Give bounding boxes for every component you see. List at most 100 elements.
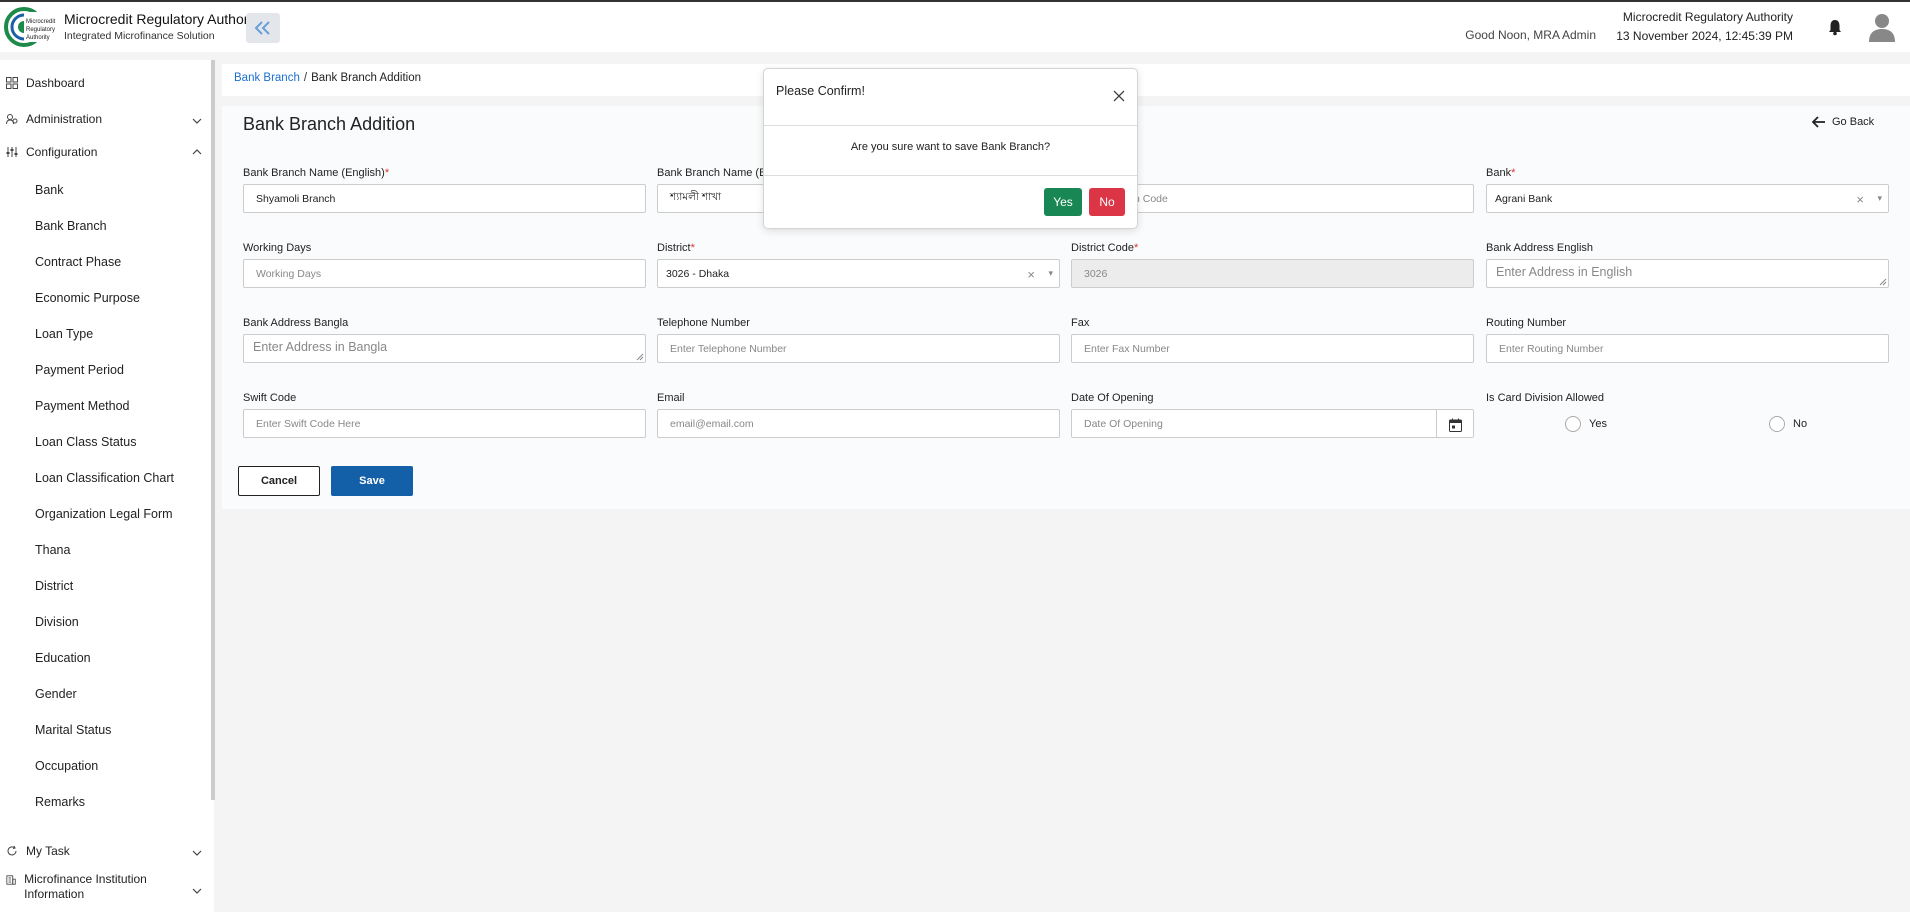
sliders-icon bbox=[6, 147, 18, 157]
card-division-label: Is Card Division Allowed bbox=[1486, 392, 1604, 404]
sidebar-scrollbar[interactable] bbox=[211, 60, 215, 800]
calendar-button[interactable] bbox=[1436, 410, 1473, 437]
branch-name-en-input[interactable]: Shyamoli Branch bbox=[243, 184, 646, 213]
confirm-dialog: Please Confirm! Are you sure want to sav… bbox=[763, 68, 1138, 229]
sidebar-subitem-contract-phase[interactable]: Contract Phase bbox=[35, 255, 121, 269]
district-select-value: 3026 - Dhaka bbox=[666, 267, 730, 280]
district-code-label: District Code* bbox=[1071, 242, 1138, 254]
cancel-button[interactable]: Cancel bbox=[238, 466, 320, 496]
header-org-name: Microcredit Regulatory Authority bbox=[1622, 10, 1793, 24]
bank-select[interactable]: Agrani Bank × ▾ bbox=[1486, 184, 1889, 213]
district-code-input: 3026 bbox=[1071, 259, 1474, 288]
sidebar-item-my-task[interactable]: My Task bbox=[6, 844, 70, 858]
sidebar-subitem-bank-branch[interactable]: Bank Branch bbox=[35, 219, 107, 233]
required-marker: * bbox=[690, 242, 695, 254]
svg-text:Microcredit: Microcredit bbox=[26, 19, 56, 25]
confirm-yes-button[interactable]: Yes bbox=[1044, 188, 1082, 216]
dialog-message: Are you sure want to save Bank Branch? bbox=[850, 141, 1051, 153]
sidebar-subitem-loan-class-status[interactable]: Loan Class Status bbox=[35, 435, 136, 449]
sidebar bbox=[0, 60, 214, 912]
header-datetime: 13 November 2024, 12:45:39 PM bbox=[1616, 29, 1793, 43]
email-input[interactable]: email@email.com bbox=[657, 409, 1060, 438]
sidebar-subitem-economic-purpose[interactable]: Economic Purpose bbox=[35, 291, 140, 305]
label-text: Bank Branch Name (English) bbox=[243, 167, 385, 179]
breadcrumb: Bank Branch / Bank Branch Addition bbox=[234, 72, 421, 84]
bell-icon[interactable] bbox=[1826, 18, 1844, 36]
clear-icon[interactable]: × bbox=[1027, 267, 1035, 282]
bank-label: Bank* bbox=[1486, 167, 1515, 179]
district-select[interactable]: 3026 - Dhaka × ▾ bbox=[657, 259, 1060, 288]
radio-label: No bbox=[1793, 418, 1808, 430]
address-en-textarea[interactable]: Enter Address in English bbox=[1486, 259, 1889, 288]
sidebar-subitem-remarks[interactable]: Remarks bbox=[35, 795, 85, 809]
sidebar-subitem-education[interactable]: Education bbox=[35, 651, 91, 665]
arrow-left-icon bbox=[1812, 116, 1825, 128]
sidebar-item-label: My Task bbox=[26, 844, 70, 858]
page-title: Bank Branch Addition bbox=[243, 114, 416, 134]
go-back-label: Go Back bbox=[1832, 116, 1875, 128]
clear-icon[interactable]: × bbox=[1856, 192, 1864, 207]
save-button[interactable]: Save bbox=[331, 466, 413, 496]
brand-subtitle: Integrated Microfinance Solution bbox=[64, 30, 215, 42]
brand-title: Microcredit Regulatory Authority bbox=[64, 11, 263, 27]
sidebar-item-dashboard[interactable]: Dashboard bbox=[6, 76, 85, 90]
fax-input[interactable]: Enter Fax Number bbox=[1071, 334, 1474, 363]
breadcrumb-link-bank-branch[interactable]: Bank Branch bbox=[234, 72, 300, 84]
sidebar-subitem-payment-method[interactable]: Payment Method bbox=[35, 399, 130, 413]
address-bn-textarea[interactable]: Enter Address in Bangla bbox=[243, 334, 646, 363]
radio-label: Yes bbox=[1589, 418, 1607, 430]
top-header: Microcredit Regulatory Authority Microcr… bbox=[0, 2, 1910, 52]
district-label: District* bbox=[657, 242, 695, 254]
resize-handle-icon[interactable] bbox=[1879, 278, 1887, 286]
sidebar-subitem-marital-status[interactable]: Marital Status bbox=[35, 723, 111, 737]
label-text: Bank bbox=[1486, 167, 1512, 179]
working-days-input[interactable]: Working Days bbox=[243, 259, 646, 288]
mra-logo-icon: Microcredit Regulatory Authority bbox=[4, 7, 58, 47]
sidebar-subitem-payment-period[interactable]: Payment Period bbox=[35, 363, 124, 377]
sidebar-item-label: Microfinance Institution Information bbox=[24, 872, 147, 901]
chevron-down-icon bbox=[192, 118, 202, 124]
user-avatar-icon[interactable] bbox=[1868, 12, 1896, 42]
dialog-divider bbox=[764, 175, 1137, 176]
sidebar-subitem-organization-legal-form[interactable]: Organization Legal Form bbox=[35, 507, 173, 521]
card-division-yes-radio[interactable]: Yes bbox=[1565, 416, 1607, 432]
resize-handle-icon[interactable] bbox=[636, 353, 644, 361]
date-opening-input[interactable]: Date Of Opening bbox=[1071, 409, 1474, 438]
email-label: Email bbox=[657, 392, 685, 404]
sidebar-item-label: Dashboard bbox=[26, 76, 85, 90]
telephone-input[interactable]: Enter Telephone Number bbox=[657, 334, 1060, 363]
sidebar-item-label: Configuration bbox=[26, 145, 98, 159]
breadcrumb-separator: / bbox=[303, 72, 308, 84]
sidebar-subitem-gender[interactable]: Gender bbox=[35, 687, 77, 701]
required-marker: * bbox=[384, 167, 390, 179]
label-text: District Code bbox=[1071, 242, 1134, 254]
routing-input[interactable]: Enter Routing Number bbox=[1486, 334, 1889, 363]
svg-text:Regulatory: Regulatory bbox=[26, 27, 55, 33]
sidebar-subitem-district[interactable]: District bbox=[35, 579, 73, 593]
sidebar-subitem-occupation[interactable]: Occupation bbox=[35, 759, 98, 773]
card-division-no-radio[interactable]: No bbox=[1769, 416, 1807, 432]
sidebar-collapse-button[interactable] bbox=[246, 13, 280, 43]
calendar-icon bbox=[1448, 418, 1462, 432]
sidebar-subitem-loan-classification-chart[interactable]: Loan Classification Chart bbox=[35, 471, 174, 485]
branch-name-bn-label: Bank Branch Name (Ba bbox=[657, 167, 773, 179]
sidebar-subitem-bank[interactable]: Bank bbox=[35, 183, 64, 197]
dialog-divider bbox=[764, 125, 1137, 126]
go-back-button[interactable]: Go Back bbox=[1812, 116, 1874, 128]
svg-text:Authority: Authority bbox=[26, 35, 50, 41]
close-icon[interactable] bbox=[1113, 90, 1125, 102]
radio-circle bbox=[1565, 416, 1581, 432]
chevron-down-icon bbox=[192, 850, 202, 856]
date-opening-placeholder: Date Of Opening bbox=[1084, 417, 1163, 430]
address-en-placeholder: Enter Address in English bbox=[1496, 265, 1633, 279]
chevron-down-icon bbox=[192, 888, 202, 894]
sidebar-item-configuration[interactable]: Configuration bbox=[6, 145, 97, 159]
sidebar-subitem-division[interactable]: Division bbox=[35, 615, 79, 629]
sidebar-subitem-loan-type[interactable]: Loan Type bbox=[35, 327, 93, 341]
sidebar-item-administration[interactable]: Administration bbox=[6, 112, 102, 126]
confirm-no-button[interactable]: No bbox=[1089, 188, 1125, 216]
swift-input[interactable]: Enter Swift Code Here bbox=[243, 409, 646, 438]
sidebar-item-mfi-information[interactable]: Microfinance Institution Information bbox=[6, 872, 181, 902]
sidebar-subitem-thana[interactable]: Thana bbox=[35, 543, 70, 557]
branch-name-en-label: Bank Branch Name (English)* bbox=[243, 167, 389, 179]
